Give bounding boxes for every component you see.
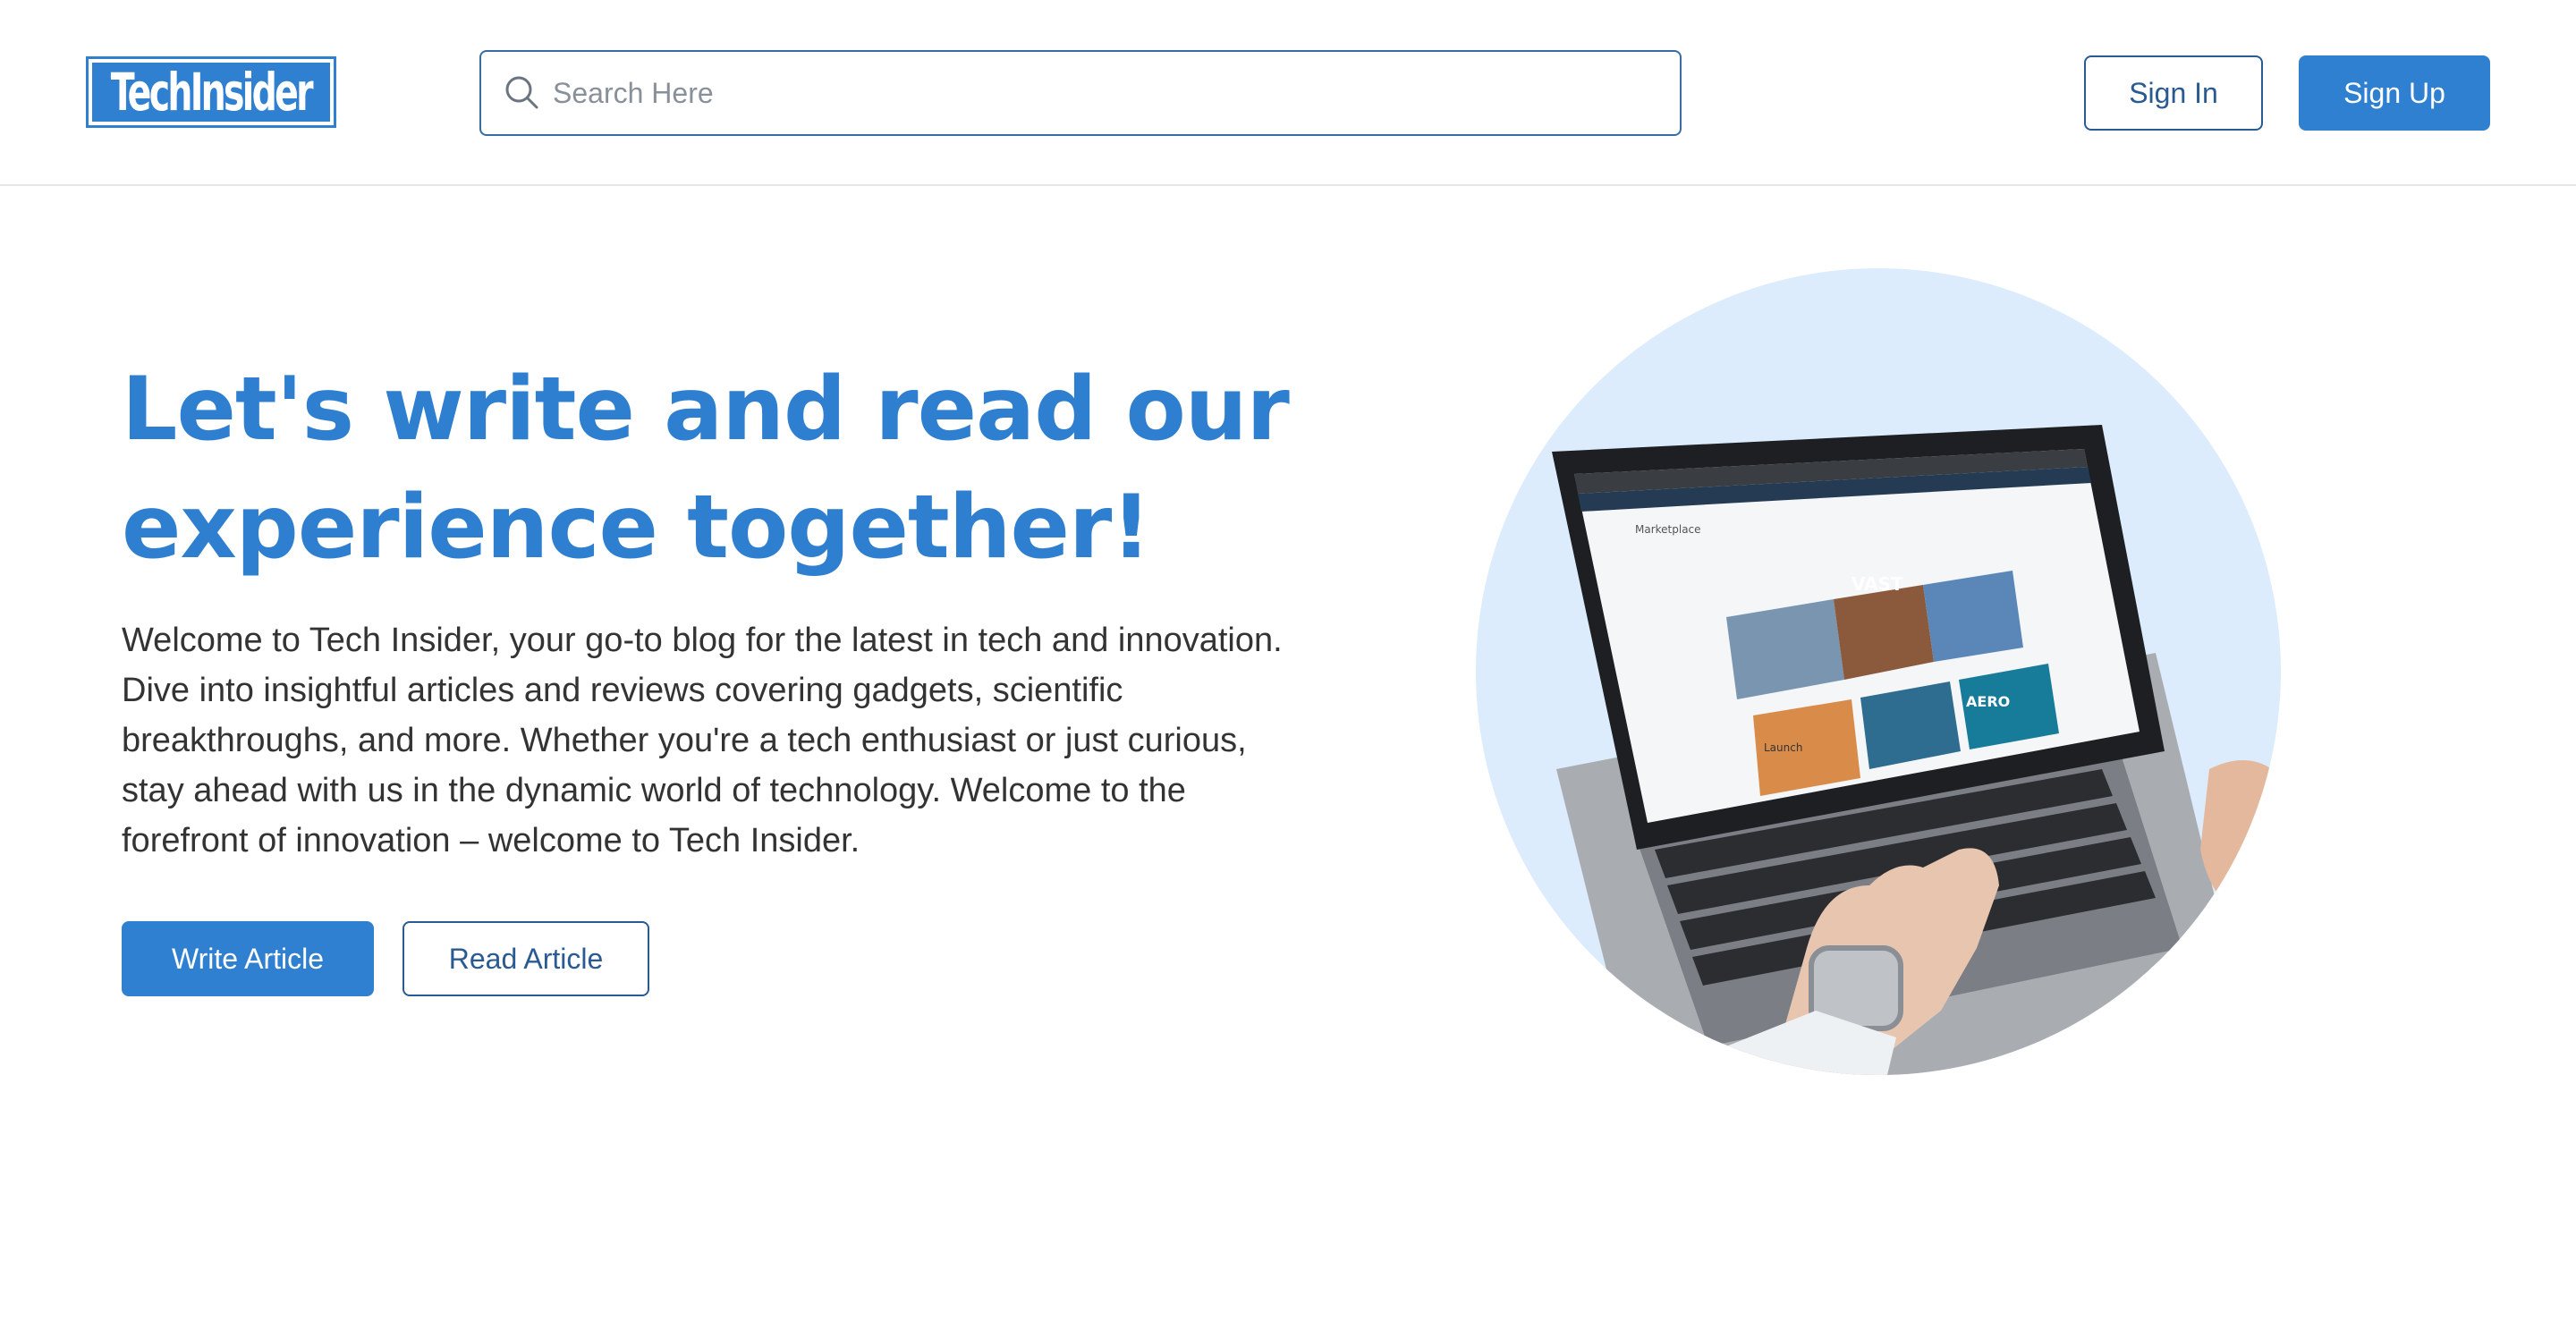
write-article-button[interactable]: Write Article <box>122 921 374 996</box>
top-navbar: TechInsider Sign In Sign Up <box>0 0 2576 186</box>
search-icon <box>505 76 538 109</box>
sign-up-button[interactable]: Sign Up <box>2299 55 2490 131</box>
hero-description: Welcome to Tech Insider, your go-to blog… <box>122 622 1283 859</box>
screen-heading: Marketplace <box>1635 523 1701 536</box>
hero-illustration: VAST AERO Marketplace Launch <box>1476 268 2281 1075</box>
screen-tile-vast: VAST <box>1852 573 1903 595</box>
search-bar[interactable] <box>479 50 1682 136</box>
logo-mark: TechInsider <box>92 62 330 123</box>
search-input[interactable] <box>553 52 1662 134</box>
logo-text: TechInsider <box>110 62 314 123</box>
hero-title-line-2: experience together! <box>122 477 1151 579</box>
sign-in-button[interactable]: Sign In <box>2084 55 2263 131</box>
hero-title: Let's write and read our experience toge… <box>122 351 1374 587</box>
laptop-illustration: VAST AERO Marketplace Launch <box>1552 425 2281 1075</box>
screen-tile-aero: AERO <box>1966 693 2010 710</box>
screen-tile-launch: Launch <box>1764 741 1802 754</box>
hero-title-line-1: Let's write and read our <box>122 359 1290 461</box>
read-article-button[interactable]: Read Article <box>402 921 649 996</box>
site-logo[interactable]: TechInsider <box>86 56 336 128</box>
